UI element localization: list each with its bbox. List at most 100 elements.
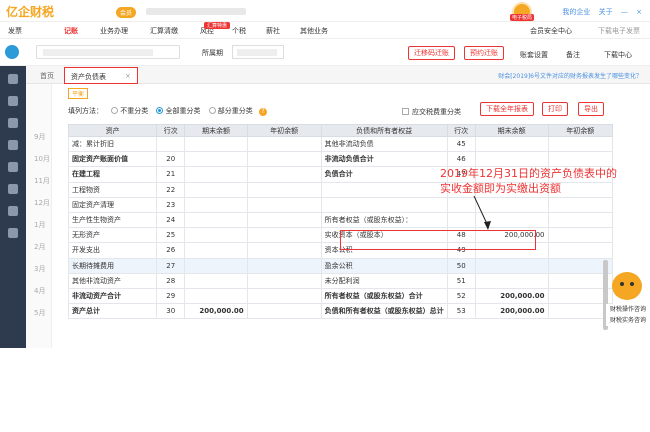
- table-cell[interactable]: [547, 227, 613, 244]
- table-row[interactable]: 长期待摊费用 27 盈余公积 50: [67, 257, 613, 274]
- sidebar-icon-6[interactable]: [8, 184, 18, 194]
- tab-balance-sheet[interactable]: 资产负债表 ×: [64, 67, 138, 84]
- month-item[interactable]: 3月: [34, 264, 45, 274]
- assistant-mascot-icon[interactable]: [612, 272, 642, 300]
- month-item[interactable]: 5月: [34, 308, 45, 318]
- minimize-button[interactable]: —: [621, 8, 628, 16]
- menu-item-business[interactable]: 业务办理: [100, 26, 128, 36]
- table-cell[interactable]: [246, 287, 322, 305]
- table-row[interactable]: 减：累计折旧 其他非流动负债 45: [67, 135, 613, 153]
- sidebar-icon-8[interactable]: [8, 228, 18, 238]
- period-select[interactable]: [232, 45, 284, 59]
- table-cell[interactable]: 200,000.00: [474, 287, 549, 305]
- table-row[interactable]: 生产性生物资产 24 所有者权益（或股东权益）：: [67, 211, 613, 229]
- notice-link[interactable]: 财会[2019]6号文件对应的财务报表发生了哪些变化？: [498, 71, 642, 80]
- table-cell[interactable]: [184, 242, 248, 259]
- sidebar-icon-2[interactable]: [8, 96, 18, 106]
- table-cell[interactable]: [246, 181, 322, 198]
- table-cell[interactable]: [246, 211, 322, 229]
- export-button[interactable]: 导出: [578, 102, 604, 116]
- table-cell[interactable]: 200,000.00: [474, 303, 549, 320]
- table-cell[interactable]: [246, 151, 322, 168]
- help-icon[interactable]: ?: [258, 108, 267, 116]
- sidebar-icon-1[interactable]: [8, 74, 18, 84]
- table-cell[interactable]: [547, 211, 613, 229]
- download-center-link[interactable]: 下载中心: [604, 50, 632, 60]
- menu-item-social[interactable]: 薪社: [266, 26, 280, 36]
- safety-center-link[interactable]: 会员安全中心: [530, 26, 572, 36]
- sidebar-icon-4[interactable]: [8, 140, 18, 150]
- home-icon[interactable]: [5, 45, 19, 59]
- table-cell[interactable]: [184, 211, 248, 229]
- table-cell[interactable]: 200,000.00: [474, 227, 549, 244]
- month-item[interactable]: 11月: [34, 176, 50, 186]
- table-cell[interactable]: [184, 181, 248, 198]
- table-cell[interactable]: [474, 242, 549, 259]
- radio-full-reclass[interactable]: [156, 107, 164, 114]
- tax-reclass-checkbox[interactable]: [402, 108, 409, 115]
- month-item[interactable]: 12月: [34, 198, 50, 208]
- account-select[interactable]: [36, 45, 180, 59]
- table-cell[interactable]: [474, 257, 549, 274]
- table-cell[interactable]: [474, 196, 549, 213]
- radio-partial-reclass[interactable]: [208, 107, 216, 114]
- month-item[interactable]: 4月: [34, 286, 45, 296]
- table-cell[interactable]: [246, 303, 322, 320]
- table-cell[interactable]: [547, 135, 613, 153]
- transfer-code-button[interactable]: 迁移码迁账: [408, 46, 455, 60]
- table-cell[interactable]: [184, 287, 248, 305]
- close-window-button[interactable]: ×: [636, 8, 642, 16]
- booking-transfer-button[interactable]: 预约迁账: [464, 46, 504, 60]
- table-row[interactable]: 其他非流动资产 28 未分配利润 51: [67, 272, 613, 289]
- table-cell[interactable]: [246, 227, 322, 244]
- close-tab-icon[interactable]: ×: [125, 72, 131, 80]
- tab-home[interactable]: 首页: [40, 71, 54, 81]
- menu-item-bookkeeping[interactable]: 记账: [64, 26, 78, 36]
- table-cell[interactable]: [184, 196, 248, 213]
- table-cell[interactable]: [246, 272, 322, 289]
- table-cell[interactable]: [246, 196, 322, 213]
- table-cell[interactable]: [184, 257, 248, 274]
- sidebar-icon-5[interactable]: [8, 162, 18, 172]
- sidebar-icon-7[interactable]: [8, 206, 18, 216]
- table-cell[interactable]: [184, 272, 248, 289]
- table-cell[interactable]: [474, 151, 549, 168]
- table-cell[interactable]: [474, 272, 549, 289]
- menu-item-invoice[interactable]: 发票: [8, 26, 22, 36]
- radio-no-reclass[interactable]: [111, 107, 119, 114]
- table-row[interactable]: 资产总计 30 200,000.00 负债和所有者权益（或股东权益）总计 53 200,0…: [67, 303, 613, 320]
- help-link-operations[interactable]: 财税操作咨询: [606, 304, 650, 315]
- table-cell[interactable]: [184, 166, 248, 183]
- company-name-redacted[interactable]: [146, 8, 246, 15]
- month-item[interactable]: 9月: [34, 132, 45, 142]
- menu-item-other[interactable]: 其他业务: [300, 26, 328, 36]
- table-row[interactable]: 非流动资产合计 29 所有者权益（或股东权益）合计 52 200,000.00: [67, 287, 613, 305]
- table-row[interactable]: 固定资产清理 23: [67, 196, 613, 213]
- download-client-link[interactable]: 下载电子发票: [598, 26, 640, 36]
- table-cell[interactable]: [474, 211, 549, 229]
- table-cell[interactable]: [184, 151, 248, 168]
- menu-item-iit[interactable]: 个税: [232, 26, 246, 36]
- download-annual-button[interactable]: 下载全年报表: [480, 102, 534, 116]
- table-cell[interactable]: 200,000.00: [184, 303, 248, 320]
- menu-item-settlement[interactable]: 汇算清缴: [150, 26, 178, 36]
- table-cell[interactable]: [547, 242, 613, 259]
- month-item[interactable]: 2月: [34, 242, 45, 252]
- print-button[interactable]: 打印: [542, 102, 568, 116]
- my-company-link[interactable]: 我的企业: [562, 8, 590, 16]
- table-cell[interactable]: [246, 257, 322, 274]
- sidebar-icon-3[interactable]: [8, 118, 18, 128]
- table-row[interactable]: 固定资产账面价值 20 非流动负债合计 46: [67, 151, 613, 168]
- table-row[interactable]: 无形资产 25 实收资本（或股本） 48 200,000.00: [67, 227, 613, 244]
- help-link-practice[interactable]: 财税实务咨询: [606, 315, 650, 326]
- account-settings-link[interactable]: 账套设置: [520, 50, 548, 60]
- month-item[interactable]: 1月: [34, 220, 45, 230]
- remark-link[interactable]: 备注: [566, 50, 580, 60]
- table-cell[interactable]: [246, 166, 322, 183]
- about-link[interactable]: 关于: [599, 8, 613, 16]
- table-cell[interactable]: [184, 135, 248, 153]
- table-cell[interactable]: [547, 196, 613, 213]
- table-cell[interactable]: [474, 135, 549, 153]
- month-item[interactable]: 10月: [34, 154, 50, 164]
- table-row[interactable]: 开发支出 26 资本公积 49: [67, 242, 613, 259]
